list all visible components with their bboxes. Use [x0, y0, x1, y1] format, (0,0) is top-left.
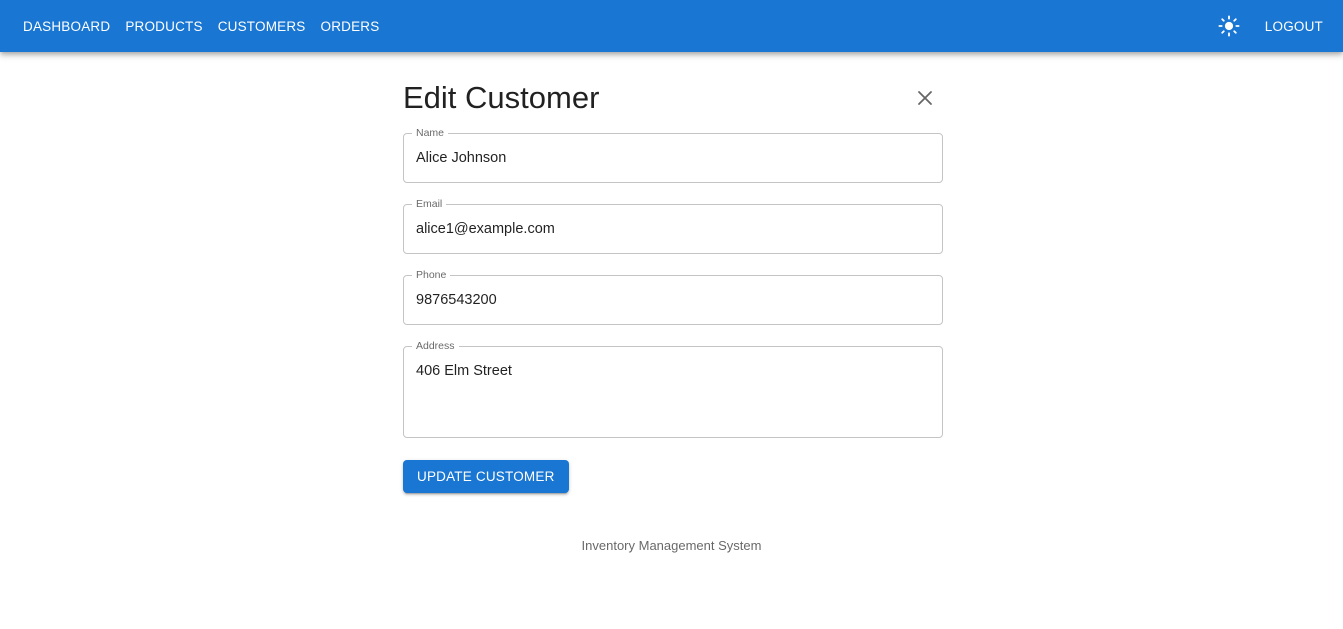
email-label: Email — [412, 198, 447, 211]
phone-input[interactable]: 9876543200 — [416, 292, 926, 308]
name-field[interactable]: Name Alice Johnson — [403, 127, 943, 183]
address-field[interactable]: Address 406 Elm Street — [403, 340, 943, 438]
theme-toggle-button[interactable] — [1215, 12, 1243, 40]
update-customer-button[interactable]: UPDATE CUSTOMER — [403, 460, 569, 493]
address-label: Address — [412, 340, 459, 353]
app-bar: DASHBOARD PRODUCTS CUSTOMERS ORDERS LOGO… — [0, 0, 1343, 52]
nav-orders[interactable]: ORDERS — [313, 13, 388, 40]
nav-customers[interactable]: CUSTOMERS — [210, 13, 314, 40]
phone-label: Phone — [412, 269, 451, 282]
nav-actions: LOGOUT — [1215, 12, 1331, 40]
nav-dashboard[interactable]: DASHBOARD — [15, 13, 118, 40]
address-textarea[interactable]: 406 Elm Street — [416, 363, 926, 379]
sun-icon — [1218, 15, 1240, 37]
email-input[interactable]: alice1@example.com — [416, 221, 926, 237]
nav-links: DASHBOARD PRODUCTS CUSTOMERS ORDERS — [15, 13, 387, 40]
footer-text: Inventory Management System — [581, 538, 762, 553]
form-header: Edit Customer — [403, 74, 943, 122]
logout-button[interactable]: LOGOUT — [1257, 13, 1331, 40]
email-field[interactable]: Email alice1@example.com — [403, 198, 943, 254]
name-label: Name — [412, 127, 449, 140]
phone-field[interactable]: Phone 9876543200 — [403, 269, 943, 325]
nav-products[interactable]: PRODUCTS — [117, 13, 210, 40]
page-title: Edit Customer — [403, 80, 600, 115]
name-input[interactable]: Alice Johnson — [416, 150, 926, 166]
close-icon — [918, 91, 932, 105]
edit-customer-form: Edit Customer Name Alice Johnson Email a… — [403, 74, 943, 493]
close-button[interactable] — [905, 78, 945, 118]
